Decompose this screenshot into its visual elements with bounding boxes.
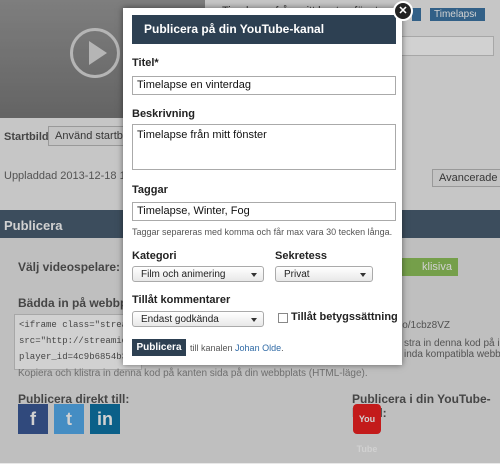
comments-label: Tillåt kommentarer <box>132 294 231 306</box>
tags-label: Taggar <box>132 184 168 196</box>
allow-rating-checkbox[interactable] <box>278 313 288 323</box>
close-icon[interactable]: ✕ <box>393 1 413 21</box>
comments-value: Endast godkända <box>141 314 219 325</box>
tags-help: Taggar separeras med komma och får max v… <box>132 227 393 237</box>
privacy-value: Privat <box>284 269 310 280</box>
channel-prefix: till kanalen <box>190 343 233 353</box>
description-textarea[interactable]: Timelapse från mitt fönster <box>132 124 396 170</box>
channel-suffix: . <box>281 343 284 353</box>
description-label: Beskrivning <box>132 108 195 120</box>
chevron-down-icon <box>251 273 257 277</box>
category-select[interactable]: Film och animering <box>132 266 264 282</box>
privacy-label: Sekretess <box>275 250 327 262</box>
tags-input[interactable]: Timelapse, Winter, Fog <box>132 202 396 221</box>
title-label: Titel* <box>132 57 159 69</box>
channel-link[interactable]: Johan Olde <box>235 343 281 353</box>
comments-select[interactable]: Endast godkända <box>132 311 264 327</box>
category-value: Film och animering <box>141 269 226 280</box>
privacy-select[interactable]: Privat <box>275 266 373 282</box>
chevron-down-icon <box>251 318 257 322</box>
modal-title: Publicera på din YouTube-kanal <box>132 15 396 44</box>
publish-button[interactable]: Publicera <box>132 339 186 356</box>
channel-text: till kanalen Johan Olde. <box>190 343 284 353</box>
allow-rating-label: Tillåt betygssättning <box>291 311 398 323</box>
chevron-down-icon <box>360 273 366 277</box>
title-input[interactable]: Timelapse en vinterdag <box>132 76 396 95</box>
category-label: Kategori <box>132 250 177 262</box>
